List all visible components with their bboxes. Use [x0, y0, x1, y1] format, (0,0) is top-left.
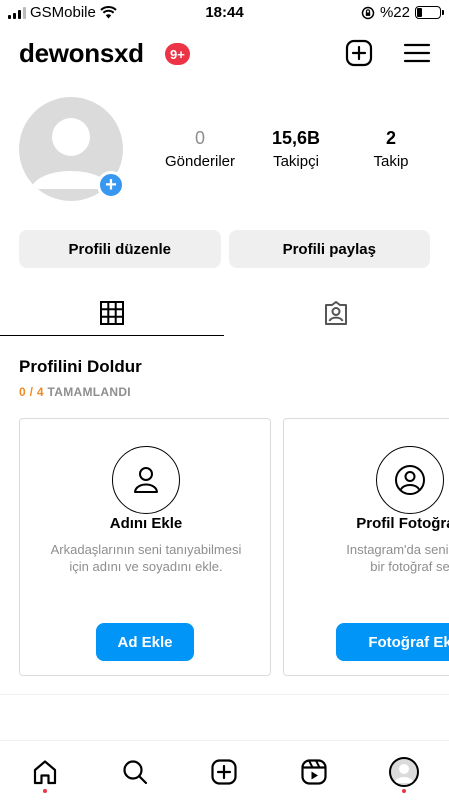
nav-home[interactable] — [28, 755, 62, 789]
stat-value: 2 — [385, 128, 396, 148]
profile-icon — [389, 757, 419, 787]
status-right: %22 — [361, 4, 444, 21]
card-title: Profil Fotoğrafı — [356, 515, 449, 532]
menu-icon[interactable] — [402, 38, 432, 68]
home-icon — [33, 760, 57, 785]
progress-count: 0 / 4 — [19, 385, 44, 399]
stat-value: 0 — [194, 128, 205, 148]
section-progress: 0 / 4 TAMAMLANDI — [19, 385, 131, 399]
screen-lock-icon — [361, 6, 375, 19]
bottom-navigation — [0, 740, 449, 800]
share-profile-button[interactable]: Profili paylaş — [228, 230, 430, 268]
nav-create[interactable] — [207, 755, 241, 789]
card-description-line: bir fotoğraf se — [370, 559, 449, 574]
profile-actions: Profili düzenle Profili paylaş — [19, 230, 430, 268]
tagged-icon — [325, 301, 347, 325]
stat-label: Takipçi — [273, 153, 319, 170]
add-name-button[interactable]: Ad Ekle — [96, 623, 194, 661]
tab-tagged[interactable] — [224, 290, 448, 336]
new-post-icon[interactable] — [344, 38, 374, 68]
profile-photo-icon — [376, 446, 444, 514]
profile-header: dewonsxd 9+ — [19, 36, 433, 72]
search-icon — [123, 760, 148, 785]
status-bar: GSMobile 18:44 %22 — [0, 0, 449, 26]
profile-avatar[interactable]: + — [19, 97, 125, 201]
card-description-line: Arkadaşlarının seni tanıyabilmesi — [50, 542, 242, 557]
stat-posts[interactable]: 0 Gönderiler — [155, 128, 245, 170]
battery-icon — [415, 6, 444, 19]
stat-label: Takip — [373, 153, 409, 170]
person-icon — [112, 446, 180, 514]
plus-icon[interactable]: + — [97, 171, 125, 199]
card-add-name: Adını Ekle Arkadaşlarının seni tanıyabil… — [19, 418, 271, 676]
card-description: Arkadaşlarının seni tanıyabilmesi için a… — [30, 541, 262, 575]
nav-profile[interactable] — [387, 755, 421, 789]
notification-badge[interactable]: 9+ — [165, 43, 190, 65]
profile-tabs — [0, 290, 449, 336]
grid-icon — [100, 300, 124, 325]
stat-value: 15,6B — [271, 128, 321, 148]
create-icon — [211, 759, 237, 785]
nav-home-dot — [43, 789, 47, 793]
progress-label: TAMAMLANDI — [47, 385, 131, 399]
section-divider — [0, 694, 449, 695]
card-description-line: Instagram'da seni tem — [346, 542, 449, 557]
nav-profile-dot — [402, 789, 406, 793]
username[interactable]: dewonsxd — [19, 38, 144, 69]
card-title: Adını Ekle — [109, 515, 183, 532]
nav-reels[interactable] — [297, 755, 331, 789]
tab-posts-grid[interactable] — [0, 290, 224, 336]
card-description-line: için adını ve soyadını ekle. — [69, 559, 223, 574]
add-photo-button[interactable]: Fotoğraf Ek — [336, 623, 449, 661]
stat-following[interactable]: 2 Takip — [346, 128, 436, 170]
stat-followers[interactable]: 15,6B Takipçi — [251, 128, 341, 170]
reels-icon — [301, 759, 327, 785]
card-profile-photo: Profil Fotoğrafı Instagram'da seni tem b… — [283, 418, 449, 676]
battery-percent: %22 — [379, 4, 410, 21]
stat-label: Gönderiler — [164, 153, 236, 170]
card-description: Instagram'da seni tem bir fotoğraf se — [294, 541, 449, 575]
edit-profile-button[interactable]: Profili düzenle — [19, 230, 221, 268]
profile-suggestion-cards: Adını Ekle Arkadaşlarının seni tanıyabil… — [19, 418, 449, 676]
section-title: Profilini Doldur — [19, 357, 142, 376]
nav-search[interactable] — [118, 755, 152, 789]
